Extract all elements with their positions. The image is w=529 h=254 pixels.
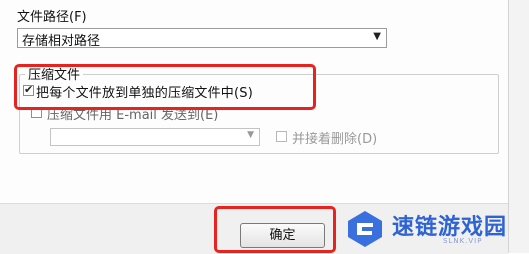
delete-after-checkbox[interactable] xyxy=(276,131,287,142)
file-path-select[interactable]: 存储相对路径 ▼ xyxy=(17,28,387,49)
email-recipient-combo[interactable]: ▼ xyxy=(50,128,260,146)
dropdown-arrow-icon[interactable]: ▼ xyxy=(373,31,381,42)
highlight-box-ok xyxy=(214,206,336,253)
file-path-selected-value: 存储相对路径 xyxy=(22,34,101,49)
file-path-label: 文件路径(F) xyxy=(17,10,87,25)
delete-after-label[interactable]: 并接着删除(D) xyxy=(292,128,377,147)
watermark-subtext: SLNK.VIP xyxy=(443,237,483,245)
dropdown-arrow-icon[interactable]: ▼ xyxy=(247,130,254,140)
watermark: 速链游戏园 SLNK.VIP xyxy=(345,207,515,251)
watermark-logo-icon xyxy=(348,211,382,247)
highlight-box-option xyxy=(14,64,316,110)
